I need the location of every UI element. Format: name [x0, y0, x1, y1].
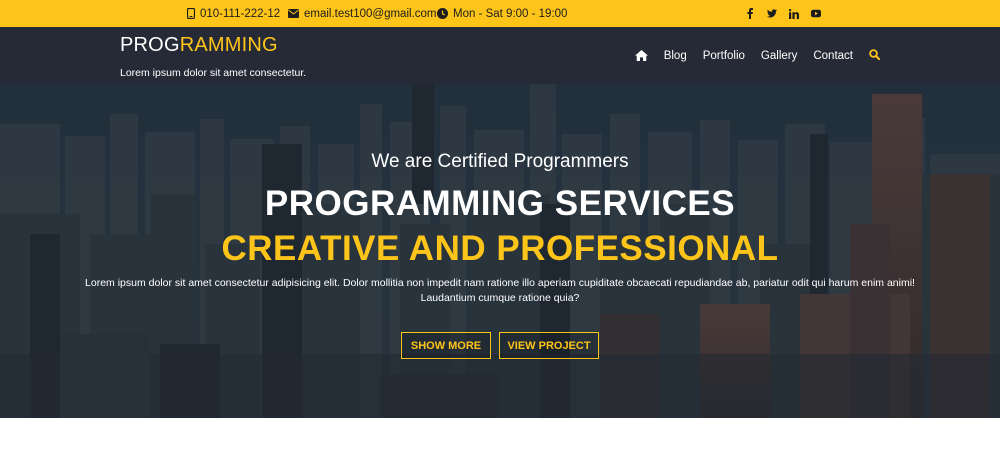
- hero-buttons: SHOW MORE VIEW PROJECT: [0, 332, 1000, 359]
- search-icon[interactable]: [869, 48, 881, 63]
- main-header: PROGRAMMING Lorem ipsum dolor sit amet c…: [0, 27, 1000, 84]
- nav-item-gallery[interactable]: Gallery: [761, 50, 797, 62]
- email-info[interactable]: email.test100@gmail.com: [288, 0, 436, 27]
- brand-part-accent: RAMMING: [179, 34, 278, 56]
- hero-subtitle: We are Certified Programmers: [371, 151, 629, 172]
- phone-number: 010-111-222-12: [200, 7, 281, 20]
- twitter-icon[interactable]: [767, 8, 777, 19]
- content-area: [0, 418, 1000, 462]
- main-nav: Blog Portfolio Gallery Contact: [634, 27, 881, 84]
- clock-icon: [437, 8, 448, 19]
- hero-description: Lorem ipsum dolor sit amet consectetur a…: [85, 277, 915, 304]
- social-links: [745, 0, 821, 27]
- home-icon[interactable]: [634, 50, 648, 61]
- facebook-icon[interactable]: [745, 8, 755, 19]
- hero-title-line-2: CREATIVE AND PROFESSIONAL: [221, 229, 779, 268]
- opening-hours: Mon - Sat 9:00 - 19:00: [453, 7, 568, 20]
- hours-info: Mon - Sat 9:00 - 19:00: [437, 0, 567, 27]
- nav-item-contact[interactable]: Contact: [813, 50, 853, 62]
- site-logo[interactable]: PROGRAMMING: [120, 34, 278, 57]
- email-address: email.test100@gmail.com: [304, 7, 437, 20]
- view-project-button[interactable]: VIEW PROJECT: [499, 332, 599, 359]
- brand-part-white: PROG: [120, 34, 180, 56]
- phone-icon: [187, 8, 195, 19]
- site-tagline: Lorem ipsum dolor sit amet consectetur.: [120, 67, 307, 79]
- envelope-icon: [288, 9, 299, 18]
- nav-item-blog[interactable]: Blog: [664, 50, 687, 62]
- nav-item-portfolio[interactable]: Portfolio: [703, 50, 745, 62]
- hero-title-line-1: PROGRAMMING SERVICES: [264, 184, 736, 223]
- top-info-bar: 010-111-222-12 email.test100@gmail.com M…: [0, 0, 1000, 27]
- linkedin-icon[interactable]: [789, 8, 799, 19]
- phone-info[interactable]: 010-111-222-12: [187, 0, 280, 27]
- show-more-button[interactable]: SHOW MORE: [401, 332, 491, 359]
- hero-section: We are Certified Programmers PROGRAMMING…: [0, 84, 1000, 418]
- youtube-icon[interactable]: [811, 8, 821, 19]
